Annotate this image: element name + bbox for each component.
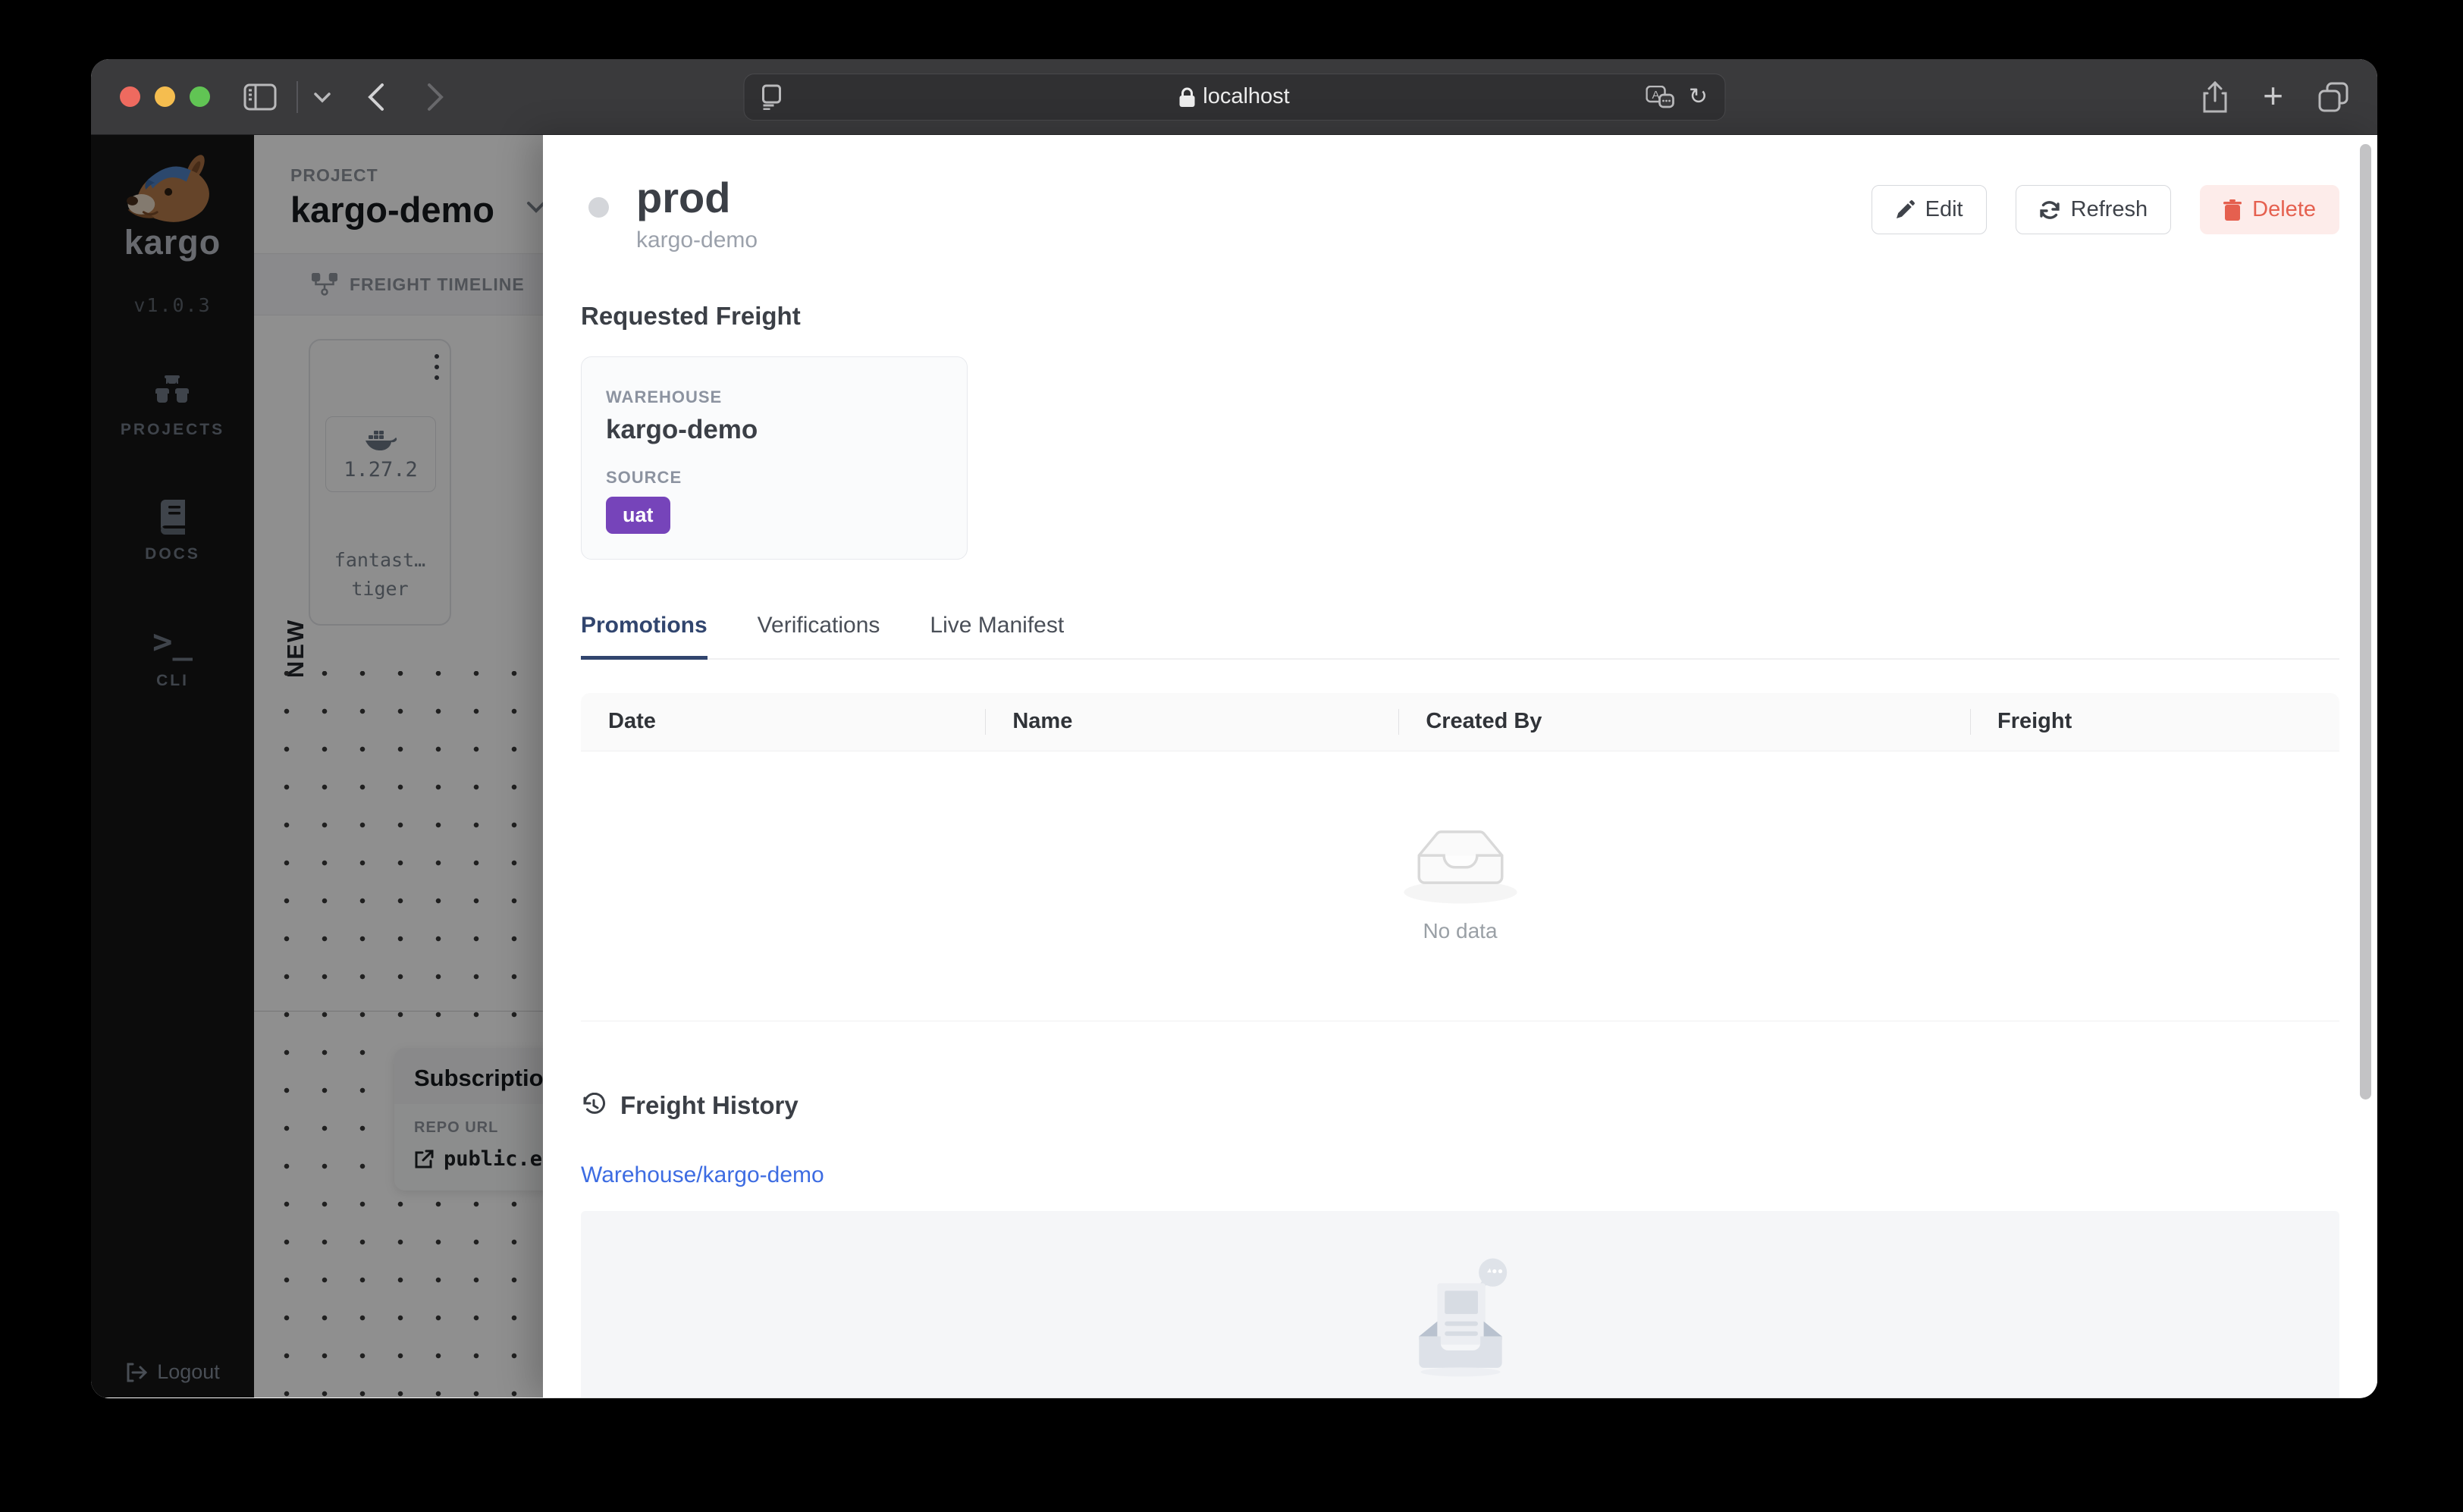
close-window-button[interactable]: [120, 86, 140, 107]
table-empty-state: No data: [581, 750, 2339, 1021]
edit-button[interactable]: Edit: [1871, 185, 1987, 234]
trash-icon: [2223, 199, 2242, 221]
address-bar[interactable]: localhost A ↻: [743, 73, 1725, 121]
forward-button[interactable]: [425, 82, 445, 112]
zoom-window-button[interactable]: [190, 86, 210, 107]
chevron-down-icon[interactable]: [313, 91, 331, 103]
url-text: localhost: [1203, 84, 1290, 108]
warehouse-label: WAREHOUSE: [606, 387, 723, 406]
requested-freight-heading: Requested Freight: [581, 301, 801, 330]
drawer-mask[interactable]: [91, 135, 543, 1398]
detail-tabs: Promotions Verifications Live Manifest: [581, 613, 2339, 660]
requested-freight-card: WAREHOUSE kargo-demo SOURCE uat: [581, 356, 968, 560]
freight-history-heading: Freight History: [620, 1090, 799, 1119]
new-tab-icon[interactable]: +: [2263, 78, 2283, 113]
promotions-table: Date Name Created By Freight No data: [581, 692, 2339, 1021]
pencil-icon: [1896, 199, 1915, 218]
source-label: SOURCE: [606, 467, 682, 487]
stage-subtitle: kargo-demo: [636, 227, 758, 253]
refresh-icon: [2039, 200, 2060, 219]
empty-inbox-icon: [1403, 830, 1517, 904]
drawer-scrollbar[interactable]: [2360, 144, 2371, 1099]
tab-verifications[interactable]: Verifications: [758, 613, 880, 658]
table-header-row: Date Name Created By Freight: [581, 692, 2339, 751]
lock-icon: [1179, 87, 1195, 107]
freight-history-empty-state: No freight history of Warehouse/kargo-de…: [581, 1210, 2339, 1398]
address-url-wrap: localhost: [744, 84, 1724, 109]
source-badge: uat: [606, 496, 670, 534]
tab-overview-icon[interactable]: [2318, 82, 2348, 112]
browser-toolbar: localhost A ↻ +: [91, 59, 2377, 135]
stage-status-dot: [588, 197, 609, 218]
column-header-date[interactable]: Date: [581, 709, 985, 734]
stage-title: prod: [636, 174, 731, 221]
browser-window: localhost A ↻ + kargo v1.0.3 PROJECTS DO…: [91, 59, 2377, 1398]
column-header-freight[interactable]: Freight: [1970, 709, 2339, 734]
column-header-name[interactable]: Name: [985, 709, 1398, 734]
tab-promotions[interactable]: Promotions: [581, 613, 708, 660]
traffic-lights: [120, 86, 210, 107]
warehouse-value: kargo-demo: [606, 414, 758, 444]
stage-details-drawer: prod kargo-demo Edit Refresh Delete Requ…: [543, 135, 2377, 1398]
column-header-created-by[interactable]: Created By: [1398, 709, 1970, 734]
share-icon[interactable]: [2202, 80, 2228, 113]
refresh-button[interactable]: Refresh: [2015, 185, 2172, 234]
history-icon: [583, 1092, 605, 1114]
no-data-label: No data: [1423, 919, 1498, 943]
empty-history-illustration: [1418, 1258, 1507, 1376]
delete-button[interactable]: Delete: [2200, 185, 2339, 234]
minimize-window-button[interactable]: [155, 86, 175, 107]
toolbar-divider: [297, 80, 298, 113]
sidebar-toggle-icon[interactable]: [243, 83, 277, 111]
tab-live-manifest[interactable]: Live Manifest: [930, 613, 1064, 658]
warehouse-link[interactable]: Warehouse/kargo-demo: [581, 1162, 824, 1188]
back-button[interactable]: [366, 82, 386, 112]
